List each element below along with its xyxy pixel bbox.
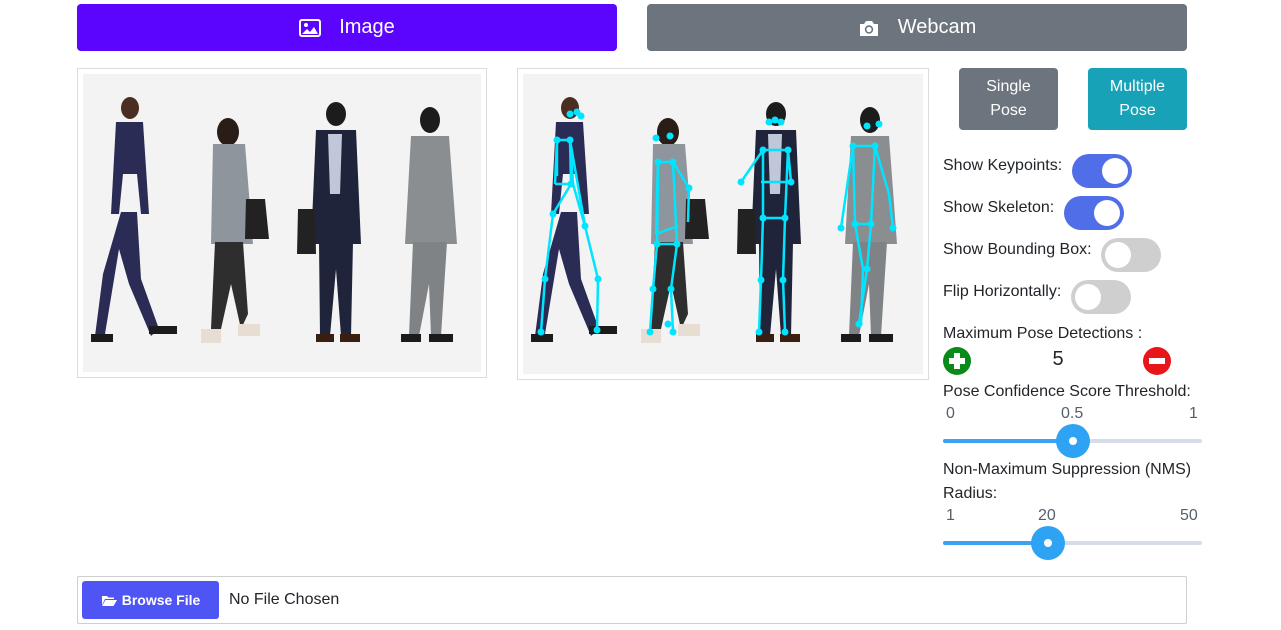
file-input-bar: Browse File No File Chosen — [77, 576, 1187, 624]
flip-horizontally-label: Flip Horizontally: — [943, 283, 1062, 300]
nms-slider[interactable] — [943, 526, 1202, 560]
toggle-knob — [1102, 158, 1128, 184]
confidence-slider-label: Pose Confidence Score Threshold: — [943, 383, 1191, 400]
show-keypoints-label: Show Keypoints: — [943, 157, 1063, 174]
toggle-knob — [1075, 284, 1101, 310]
nms-slider-label-radius: Radius: — [943, 485, 998, 502]
input-image-frame — [77, 68, 487, 378]
toggle-knob — [1094, 200, 1120, 226]
single-pose-label: Single Pose — [986, 78, 1031, 119]
webcam-tab-button[interactable]: Webcam — [647, 4, 1187, 51]
flip-horizontally-toggle[interactable] — [1071, 280, 1131, 314]
confidence-mid-tick: 0.5 — [1061, 405, 1084, 422]
camera-icon — [859, 20, 878, 36]
confidence-max-tick: 1 — [1189, 405, 1198, 422]
multiple-pose-label: Multiple Pose — [1109, 78, 1166, 119]
pose-output-image — [523, 74, 923, 374]
max-pose-label: Maximum Pose Detections : — [943, 325, 1143, 342]
image-icon — [299, 18, 322, 37]
minus-circle-icon[interactable] — [1143, 347, 1171, 375]
show-skeleton-toggle[interactable] — [1064, 196, 1124, 230]
nms-mid-tick: 20 — [1038, 507, 1056, 524]
browse-file-button[interactable]: Browse File — [82, 581, 219, 619]
nms-min-tick: 1 — [946, 507, 955, 524]
show-keypoints-toggle[interactable] — [1072, 154, 1132, 188]
show-bounding-box-label: Show Bounding Box: — [943, 241, 1092, 258]
output-image-frame — [517, 68, 929, 380]
file-status-text: No File Chosen — [229, 591, 340, 608]
show-skeleton-label: Show Skeleton: — [943, 199, 1055, 216]
webcam-tab-label: Webcam — [897, 16, 977, 38]
browse-file-label: Browse File — [121, 592, 201, 608]
image-tab-button[interactable]: Image — [77, 4, 617, 51]
nms-slider-label: Non-Maximum Suppression (NMS) — [943, 461, 1192, 478]
max-pose-value: 5 — [1052, 348, 1064, 370]
toggle-knob — [1105, 242, 1131, 268]
confidence-slider-thumb[interactable] — [1055, 424, 1090, 458]
single-pose-button[interactable]: Single Pose — [959, 68, 1058, 130]
plus-circle-icon[interactable] — [943, 347, 971, 375]
confidence-slider[interactable] — [943, 424, 1202, 458]
multiple-pose-button[interactable]: Multiple Pose — [1088, 68, 1187, 130]
confidence-min-tick: 0 — [946, 405, 955, 422]
slider-fill — [943, 439, 1073, 443]
image-tab-label: Image — [339, 16, 395, 38]
folder-open-icon — [101, 595, 117, 606]
nms-slider-thumb[interactable] — [1030, 526, 1065, 560]
input-image — [83, 74, 481, 372]
show-bounding-box-toggle[interactable] — [1101, 238, 1161, 272]
nms-max-tick: 50 — [1180, 507, 1198, 524]
